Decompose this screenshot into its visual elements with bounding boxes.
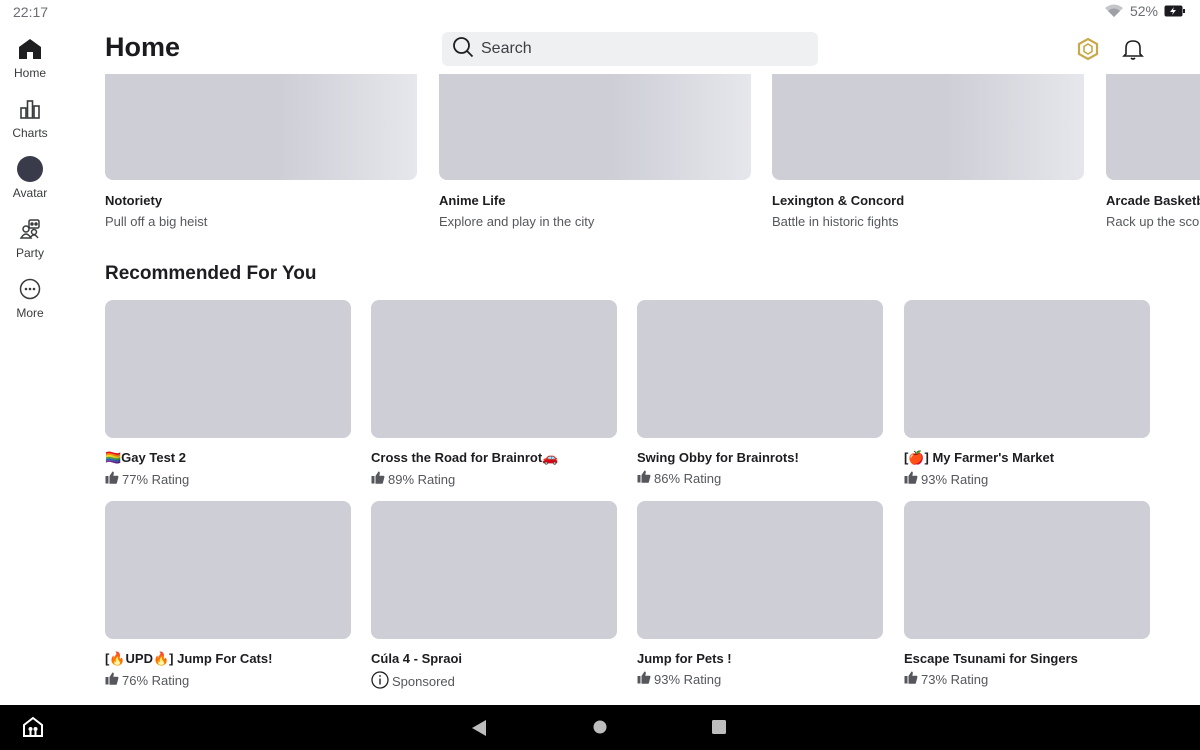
wifi-icon xyxy=(1104,4,1124,18)
game-card[interactable]: Cross the Road for Brainrot🚗 89% Rating xyxy=(371,300,617,487)
sponsored-label: Sponsored xyxy=(371,671,617,692)
featured-card[interactable]: Lexington & Concord Battle in historic f… xyxy=(772,74,1084,229)
game-title: [🔥UPD🔥] Jump For Cats! xyxy=(105,651,273,666)
recents-icon[interactable] xyxy=(712,720,726,739)
game-rating: 93% Rating xyxy=(637,671,883,687)
featured-title: Arcade Basketball xyxy=(1106,193,1200,208)
app-switcher-icon[interactable] xyxy=(22,716,44,743)
game-title: Swing Obby for Brainrots! xyxy=(637,450,799,465)
robux-icon[interactable] xyxy=(1076,37,1100,61)
back-icon[interactable] xyxy=(472,720,487,741)
game-title: Cúla 4 - Spraoi xyxy=(371,651,463,666)
rating-text: 86% Rating xyxy=(654,470,722,486)
game-thumbnail xyxy=(1106,74,1200,180)
game-card[interactable]: Swing Obby for Brainrots! 86% Rating xyxy=(637,300,883,486)
game-thumbnail xyxy=(637,300,883,438)
section-title: Recommended For You xyxy=(105,263,317,284)
game-title: Escape Tsunami for Singers xyxy=(904,651,1078,666)
featured-card[interactable]: Arcade Basketball Rack up the score xyxy=(1106,74,1200,229)
search-input[interactable]: Search xyxy=(442,32,818,66)
system-nav-bar xyxy=(0,705,1200,750)
game-rating: 89% Rating xyxy=(371,471,617,487)
game-thumbnail xyxy=(904,300,1150,438)
featured-card[interactable]: Notoriety Pull off a big heist xyxy=(105,74,417,229)
thumbs-up-icon xyxy=(637,470,651,486)
battery-level: 52% xyxy=(1129,3,1158,19)
rating-text: 76% Rating xyxy=(122,672,190,688)
thumbs-up-icon xyxy=(637,671,651,687)
rating-text: 77% Rating xyxy=(122,471,190,487)
game-title: [🍎] My Farmer's Market xyxy=(904,450,1055,465)
game-thumbnail xyxy=(637,501,883,639)
home-icon xyxy=(17,36,43,62)
rating-text: 93% Rating xyxy=(921,471,989,487)
game-thumbnail xyxy=(371,300,617,438)
bell-icon[interactable] xyxy=(1121,37,1145,61)
featured-title: Anime Life xyxy=(439,193,506,208)
rating-text: 93% Rating xyxy=(654,671,722,687)
status-bar: 22:17 52% xyxy=(0,0,1200,24)
thumbs-up-icon xyxy=(904,671,918,687)
game-card[interactable]: 🏳️‍🌈Gay Test 2 77% Rating xyxy=(105,300,351,487)
thumbs-up-icon xyxy=(904,471,918,487)
game-rating: 77% Rating xyxy=(105,471,351,487)
game-rating: 76% Rating xyxy=(105,672,351,688)
game-thumbnail xyxy=(439,74,751,180)
status-time: 22:17 xyxy=(13,4,49,20)
search-icon xyxy=(452,36,474,63)
thumbs-up-icon xyxy=(371,471,385,487)
game-rating: 93% Rating xyxy=(904,471,1150,487)
game-title: Cross the Road for Brainrot🚗 xyxy=(371,450,559,465)
game-rating: 73% Rating xyxy=(904,671,1150,687)
game-card[interactable]: [🍎] My Farmer's Market 93% Rating xyxy=(904,300,1150,487)
game-title: Jump for Pets ! xyxy=(637,651,732,666)
home-feed: Notoriety Pull off a big heist Anime Lif… xyxy=(0,74,1200,705)
thumbs-up-icon xyxy=(105,672,119,688)
rating-text: 89% Rating xyxy=(388,471,456,487)
featured-card[interactable]: Anime Life Explore and play in the city xyxy=(439,74,751,229)
page-title: Home xyxy=(105,32,181,62)
search-placeholder: Search xyxy=(481,40,532,57)
rating-text: 73% Rating xyxy=(921,671,989,687)
featured-title: Notoriety xyxy=(105,193,163,208)
game-card[interactable]: Escape Tsunami for Singers 73% Rating xyxy=(904,501,1150,687)
featured-subtitle: Rack up the score xyxy=(1106,214,1200,229)
game-thumbnail xyxy=(105,300,351,438)
game-thumbnail xyxy=(904,501,1150,639)
game-card[interactable]: Jump for Pets ! 93% Rating xyxy=(637,501,883,687)
featured-subtitle: Pull off a big heist xyxy=(105,214,208,229)
sponsored-text: Sponsored xyxy=(392,674,455,689)
game-thumbnail xyxy=(105,74,417,180)
info-icon[interactable] xyxy=(371,671,389,692)
game-thumbnail xyxy=(772,74,1084,180)
status-indicators: 52% xyxy=(1104,3,1186,19)
thumbs-up-icon xyxy=(105,471,119,487)
game-rating: 86% Rating xyxy=(637,470,883,486)
featured-subtitle: Battle in historic fights xyxy=(772,214,899,229)
game-card-sponsored[interactable]: Cúla 4 - Spraoi Sponsored xyxy=(371,501,617,692)
game-thumbnail xyxy=(105,501,351,639)
game-title: 🏳️‍🌈Gay Test 2 xyxy=(105,450,186,465)
battery-icon xyxy=(1164,5,1186,17)
featured-title: Lexington & Concord xyxy=(772,193,905,208)
game-card[interactable]: [🔥UPD🔥] Jump For Cats! 76% Rating xyxy=(105,501,351,688)
featured-subtitle: Explore and play in the city xyxy=(439,214,595,229)
game-thumbnail xyxy=(371,501,617,639)
home-nav-icon[interactable] xyxy=(593,720,607,739)
